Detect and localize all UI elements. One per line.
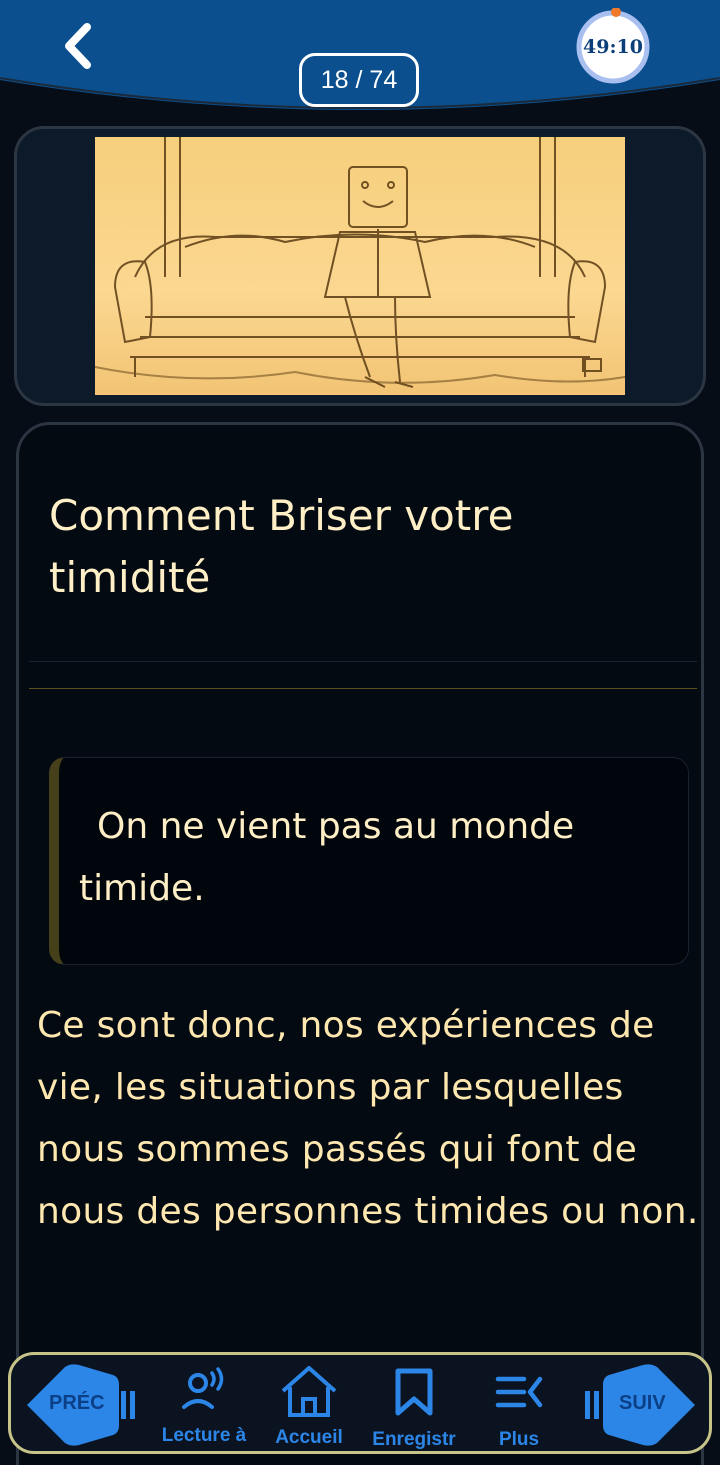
quote-box: On ne vient pas au monde timide. bbox=[49, 757, 689, 965]
timer: 49:10 bbox=[574, 7, 652, 86]
text-to-speech-icon bbox=[182, 1367, 224, 1409]
home-button[interactable]: Accueil bbox=[267, 1355, 351, 1457]
read-aloud-label: Lecture à bbox=[161, 1425, 247, 1446]
page-counter: 18 / 74 bbox=[299, 53, 419, 107]
divider bbox=[29, 688, 697, 689]
bookmark-icon bbox=[395, 1368, 433, 1416]
read-aloud-button[interactable]: Lecture à bbox=[151, 1355, 257, 1457]
bookmark-label: Enregistr bbox=[372, 1429, 456, 1450]
next-button[interactable]: SUIV bbox=[579, 1363, 701, 1447]
lesson-card: Comment Briser votre timidité On ne vien… bbox=[16, 422, 704, 1465]
previous-label: PRÉC bbox=[49, 1392, 105, 1414]
bottom-navigation: PRÉC Lecture à Accueil Enregistr Plus SU… bbox=[8, 1352, 712, 1454]
home-icon bbox=[281, 1366, 337, 1417]
bookmark-button[interactable]: Enregistr bbox=[365, 1355, 463, 1457]
timer-value: 49:10 bbox=[583, 36, 643, 58]
menu-more-icon bbox=[495, 1376, 543, 1408]
more-button[interactable]: Plus bbox=[477, 1355, 561, 1457]
home-label: Accueil bbox=[275, 1427, 343, 1448]
quote-text: On ne vient pas au monde timide. bbox=[79, 806, 575, 909]
divider bbox=[29, 661, 697, 662]
next-label: SUIV bbox=[619, 1392, 666, 1414]
body-paragraph: Ce sont donc, nos expériences de vie, le… bbox=[37, 1005, 699, 1232]
sofa-scene-drawing bbox=[95, 137, 625, 388]
previous-button[interactable]: PRÉC bbox=[21, 1363, 141, 1447]
header: 18 / 74 49:10 bbox=[0, 0, 720, 120]
lesson-title: Comment Briser votre timidité bbox=[49, 491, 514, 602]
more-label: Plus bbox=[498, 1429, 540, 1450]
back-button[interactable] bbox=[50, 18, 106, 74]
box-head-man-on-sofa-illustration bbox=[95, 137, 625, 395]
chevron-left-icon bbox=[65, 23, 91, 69]
